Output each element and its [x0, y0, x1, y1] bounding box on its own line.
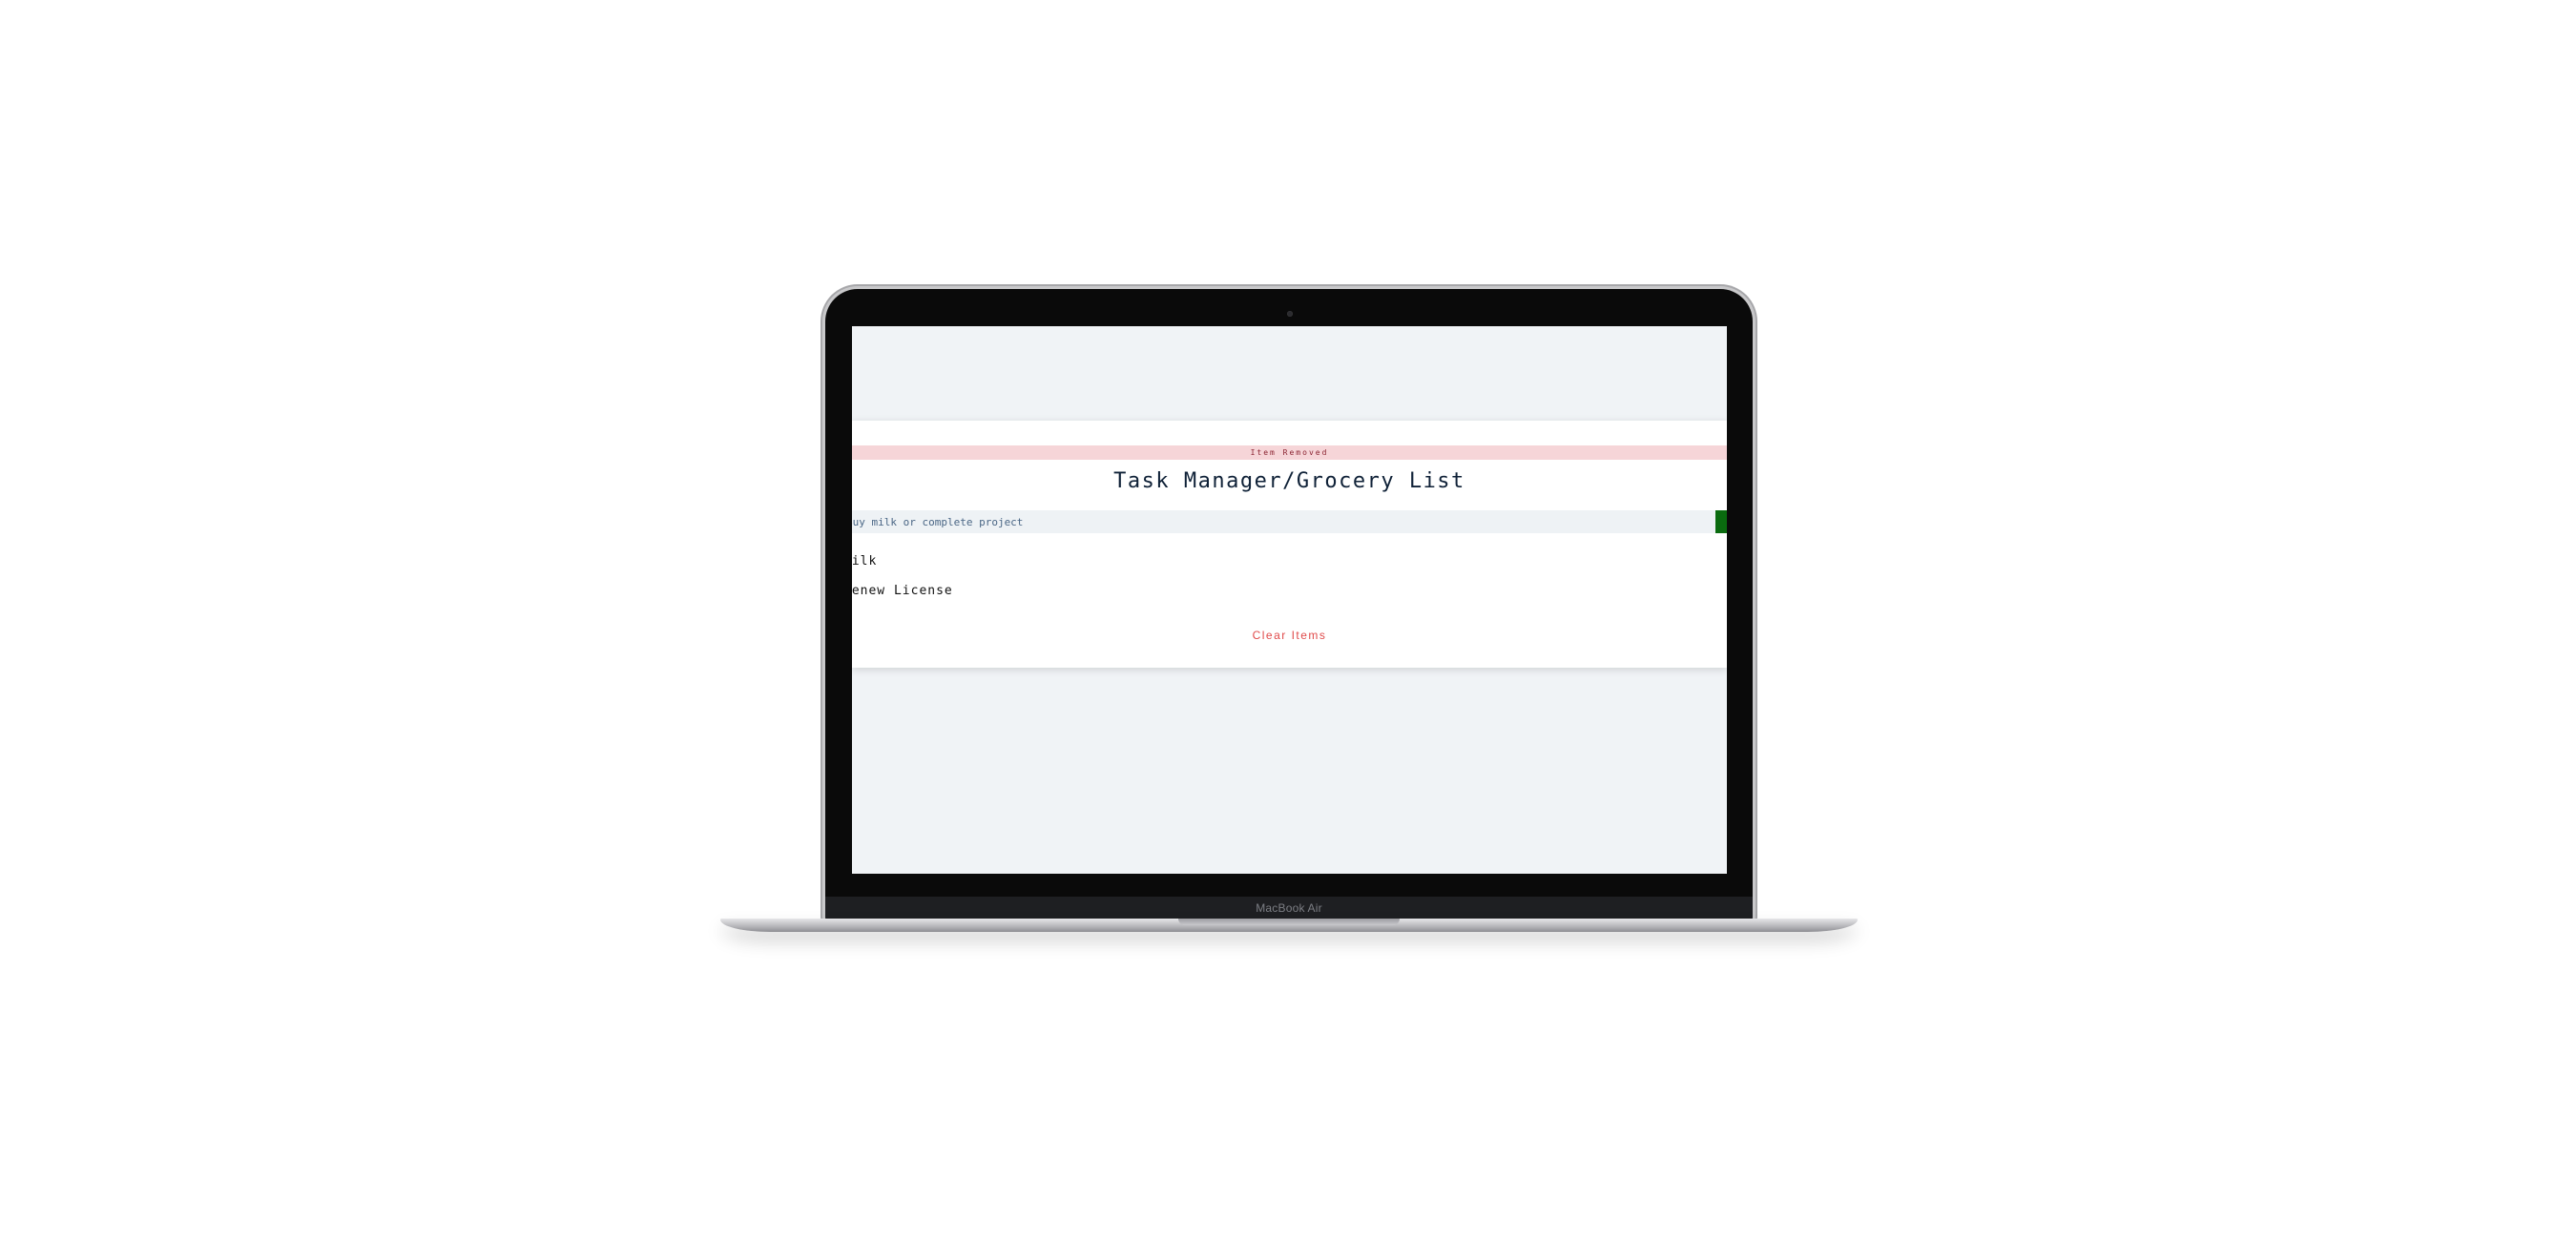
laptop-base [720, 919, 1858, 932]
task-manager-card: Item Removed Task Manager/Grocery List M… [852, 421, 1727, 668]
clear-items-button[interactable]: Clear Items [852, 629, 1727, 642]
alert-banner: Item Removed [852, 445, 1727, 460]
add-task-button[interactable] [1715, 510, 1727, 533]
camera-dot [1287, 311, 1293, 317]
app-viewport: Item Removed Task Manager/Grocery List M… [852, 326, 1727, 874]
laptop-base-notch [1178, 919, 1400, 925]
task-input[interactable] [852, 510, 1715, 533]
task-list: Milk Renew License [852, 555, 1727, 614]
mockup-stage: MacBook Air Item Removed Task Manager/Gr… [0, 0, 2576, 1240]
device-brand-label: MacBook Air [1256, 901, 1322, 915]
task-item-renew-license[interactable]: Renew License [852, 585, 1727, 614]
page-title: Task Manager/Grocery List [1113, 469, 1465, 493]
task-item-milk[interactable]: Milk [852, 555, 1727, 585]
